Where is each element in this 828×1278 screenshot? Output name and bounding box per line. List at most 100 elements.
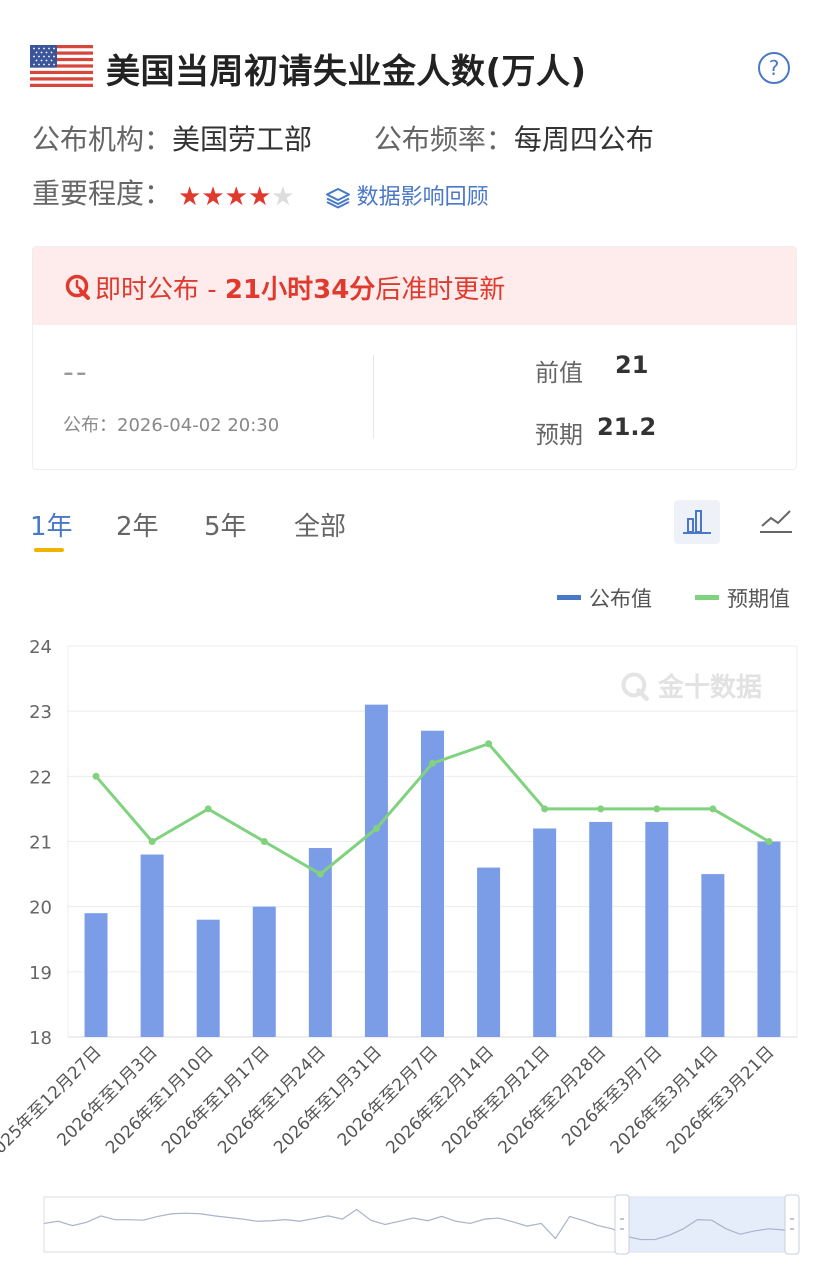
bar-chart-icon (683, 510, 711, 534)
y-axis: 18 19 20 21 22 23 24 (29, 637, 52, 1049)
bar (589, 821, 613, 1037)
release-card: 即时公布 - 21小时34分后准时更新 -- 公布：2026-04-02 20:… (32, 246, 797, 470)
slider-handle-right[interactable] (784, 1194, 800, 1255)
y-tick-label: 20 (29, 898, 52, 919)
y-tick-label: 19 (29, 963, 52, 984)
forecast-point (148, 838, 156, 845)
release-status-text: 即时公布 - 21小时34分后准时更新 (95, 269, 505, 306)
jin10-logo-icon (621, 672, 649, 701)
forecast-point (709, 805, 717, 813)
legend-label-forecast[interactable]: 预期值 (727, 587, 790, 611)
x-tick-label: 2026年至1月24日 (214, 1042, 330, 1158)
forecast-point (597, 805, 605, 813)
forecast-point (429, 759, 436, 767)
frequency-value: 每周四公布 (513, 123, 654, 156)
previous-label: 前值 (535, 359, 583, 387)
bar (757, 841, 781, 1037)
divider (373, 355, 374, 439)
bar (701, 874, 725, 1037)
forecast-point (541, 805, 549, 813)
release-status-bar: 即时公布 - 21小时34分后准时更新 (33, 247, 796, 325)
layers-icon (325, 188, 350, 209)
star-filled-icon: ★ (178, 181, 202, 212)
claims-chart: 公布值 预期值 金十数据 18 19 20 21 22 23 24 2025年至12月27日… (0, 587, 800, 1255)
x-tick-label: 2026年至2月14日 (382, 1042, 498, 1158)
release-status-suffix: 后准时更新 (375, 275, 506, 305)
clock-alert-icon (65, 274, 90, 300)
y-tick-label: 22 (29, 767, 52, 788)
release-countdown: 21小时34分 (224, 275, 376, 305)
range-tabs: 1年 2年 5年 全部 (30, 500, 800, 556)
x-tick-label: 2026年至1月3日 (54, 1042, 162, 1150)
bar (364, 704, 388, 1037)
handle-body (784, 1194, 800, 1255)
active-tab-indicator (34, 548, 64, 552)
publisher-label: 公布机构： (32, 123, 173, 156)
review-link-label: 数据影响回顾 (356, 185, 489, 210)
x-tick-label: 2026年至1月31日 (270, 1042, 386, 1158)
star-filled-icon: ★ (201, 181, 225, 212)
bar (421, 730, 444, 1037)
tab-all[interactable]: 全部 (294, 506, 346, 543)
forecast-point (372, 824, 380, 832)
forecast-point (653, 805, 661, 813)
x-tick-label: 2026年至3月14日 (607, 1042, 723, 1158)
importance-row: 重要程度： ★★★★★ 数据影响回顾 (32, 172, 489, 212)
star-filled-icon: ★ (224, 181, 248, 212)
y-tick-label: 23 (29, 702, 52, 723)
x-tick-label: 2026年至2月7日 (334, 1042, 442, 1150)
y-tick-label: 24 (29, 637, 52, 658)
question-circle-icon[interactable]: ? (758, 52, 790, 84)
handle-body (614, 1194, 630, 1255)
tab-5-years[interactable]: 5年 (204, 506, 247, 543)
x-tick-label: 2026年至1月10日 (102, 1042, 218, 1158)
line-chart-toggle[interactable] (756, 500, 796, 544)
forecast-point (765, 838, 773, 845)
legend-label-actual[interactable]: 公布值 (589, 587, 652, 611)
legend-swatch-actual (557, 595, 581, 600)
forecast-value: 21.2 (597, 413, 657, 441)
page-title: 美国当周初请失业金人数(万人) (106, 52, 587, 92)
x-tick-label: 2026年至3月21日 (663, 1042, 779, 1158)
publish-time: 公布：2026-04-02 20:30 (63, 415, 280, 436)
release-status-label: 即时公布 - (95, 275, 225, 305)
legend-swatch-forecast (695, 595, 719, 600)
actual-value: -- (63, 355, 89, 390)
forecast-point (204, 805, 212, 813)
x-tick-label: 2026年至2月21日 (438, 1042, 554, 1158)
watermark-text: 金十数据 (657, 672, 762, 703)
forecast-point (92, 772, 100, 780)
tab-1-year[interactable]: 1年 (30, 506, 73, 543)
forecast-label: 预期 (535, 421, 583, 449)
star-empty-icon: ★ (271, 181, 295, 212)
line-chart-icon (760, 510, 792, 533)
y-tick-label: 21 (29, 833, 52, 854)
x-tick-label: 2026年至2月28日 (494, 1042, 610, 1158)
bar (196, 919, 220, 1037)
tab-2-years[interactable]: 2年 (116, 506, 159, 543)
forecast-point (485, 740, 493, 748)
importance-label: 重要程度： (32, 177, 173, 210)
data-impact-review-link[interactable]: 数据影响回顾 (325, 179, 489, 211)
bar-chart-toggle[interactable] (674, 500, 720, 544)
range-slider[interactable] (43, 1194, 800, 1255)
forecast-point (316, 870, 324, 878)
y-tick-label: 18 (29, 1028, 52, 1049)
frequency-label: 公布频率： (373, 123, 514, 156)
previous-value: 21 (615, 351, 649, 379)
bar (645, 821, 669, 1037)
slider-handle-left[interactable] (614, 1194, 630, 1255)
bar-series (84, 704, 781, 1037)
bar (84, 913, 108, 1037)
header: 美国当周初请失业金人数(万人) ? (30, 40, 800, 96)
publisher-row: 公布机构：美国劳工部 公布频率：每周四公布 (32, 118, 654, 158)
chart-legend: 公布值 预期值 (557, 587, 790, 611)
release-values: -- 公布：2026-04-02 20:30 前值 21 预期 21.2 (33, 325, 796, 469)
forecast-point (260, 838, 268, 845)
bar (140, 854, 164, 1037)
importance-stars: ★★★★★ (178, 179, 295, 212)
publisher-value: 美国劳工部 (172, 123, 313, 156)
x-tick-label: 2026年至3月7日 (558, 1042, 666, 1150)
slider-selection (622, 1197, 792, 1252)
bar (533, 828, 557, 1037)
